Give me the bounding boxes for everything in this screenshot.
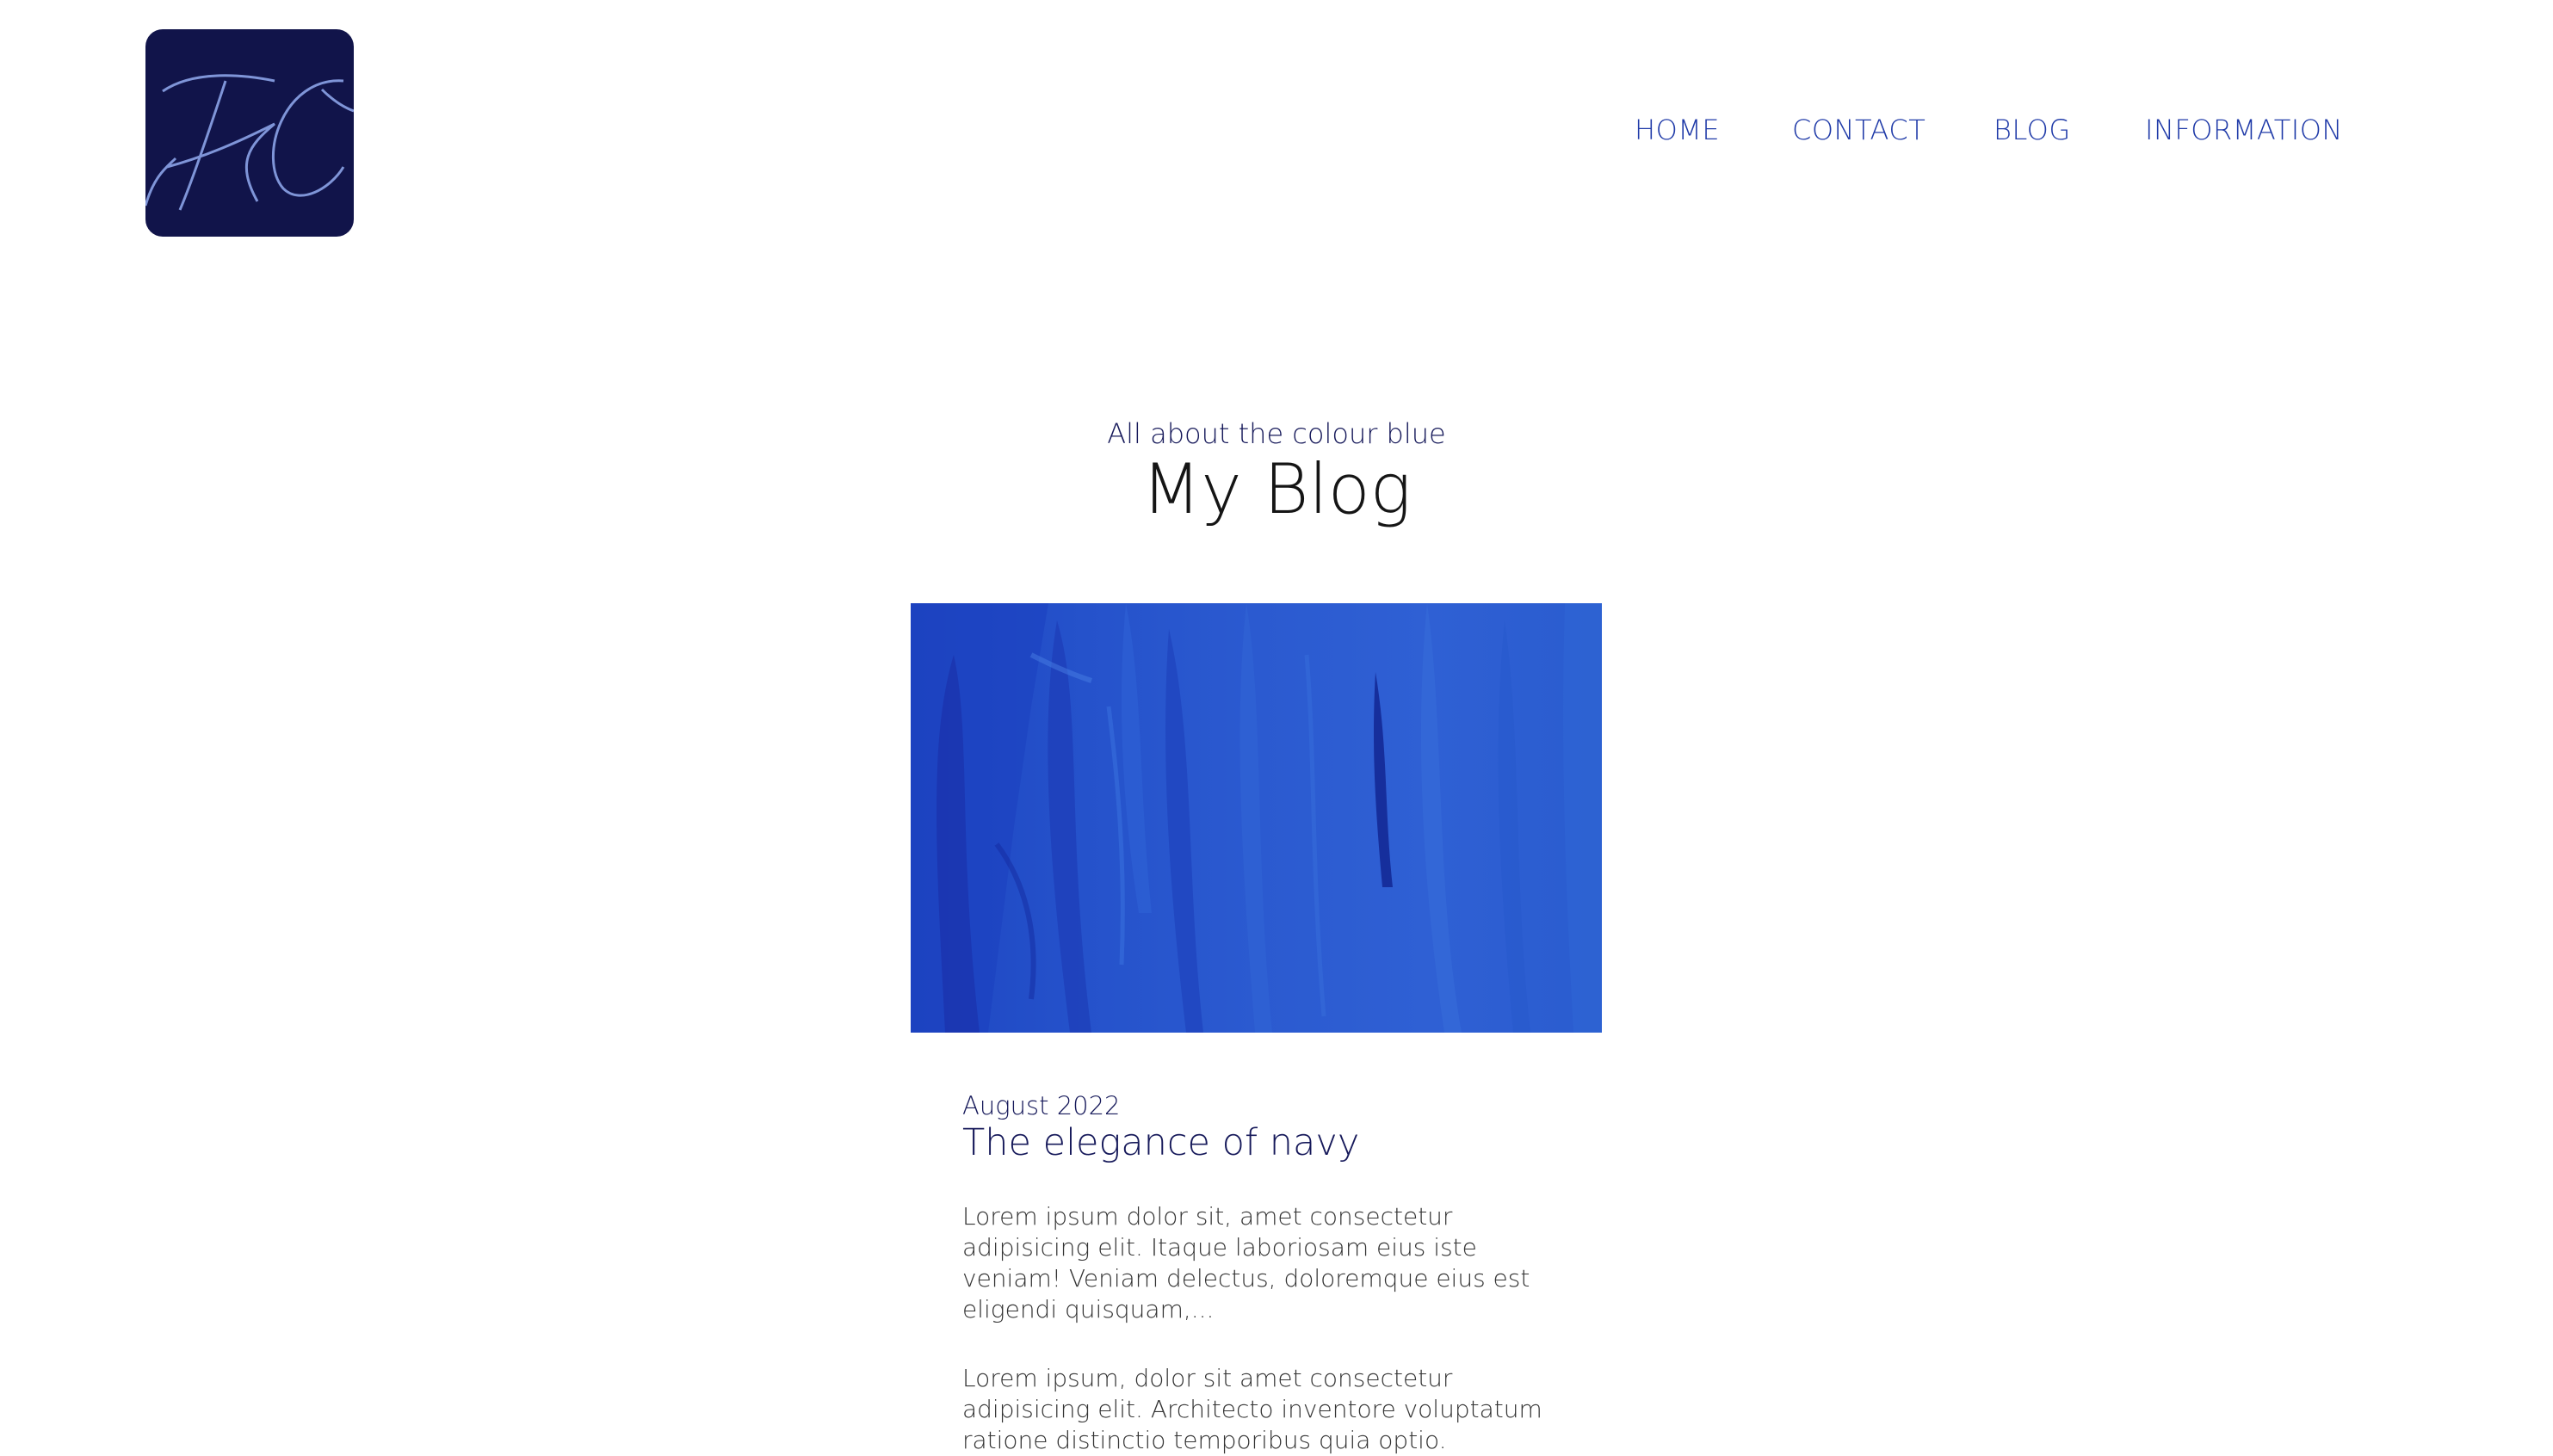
post-hero-image[interactable] <box>911 603 1602 1033</box>
nav-item-contact[interactable]: CONTACT <box>1792 114 1926 146</box>
nav-item-blog[interactable]: BLOG <box>1994 114 2071 146</box>
nav-item-home[interactable]: HOME <box>1635 114 1720 146</box>
page-subtitle: All about the colour blue <box>1107 417 1446 450</box>
post-excerpt: Lorem ipsum dolor sit, amet consectetur … <box>962 1202 1530 1323</box>
page: HOME CONTACT BLOG INFORMATION All about … <box>0 0 2553 1456</box>
page-title: My Blog <box>1141 449 1412 529</box>
post-date: August 2022 <box>962 1091 1121 1120</box>
post-title[interactable]: The elegance of navy <box>962 1121 1565 1164</box>
main-nav: HOME CONTACT BLOG INFORMATION <box>0 114 2553 155</box>
post-excerpt: Lorem ipsum, dolor sit amet consectetur … <box>962 1364 1542 1454</box>
nav-item-information[interactable]: INFORMATION <box>2145 114 2343 146</box>
blue-paint-texture-icon <box>911 603 1602 1033</box>
